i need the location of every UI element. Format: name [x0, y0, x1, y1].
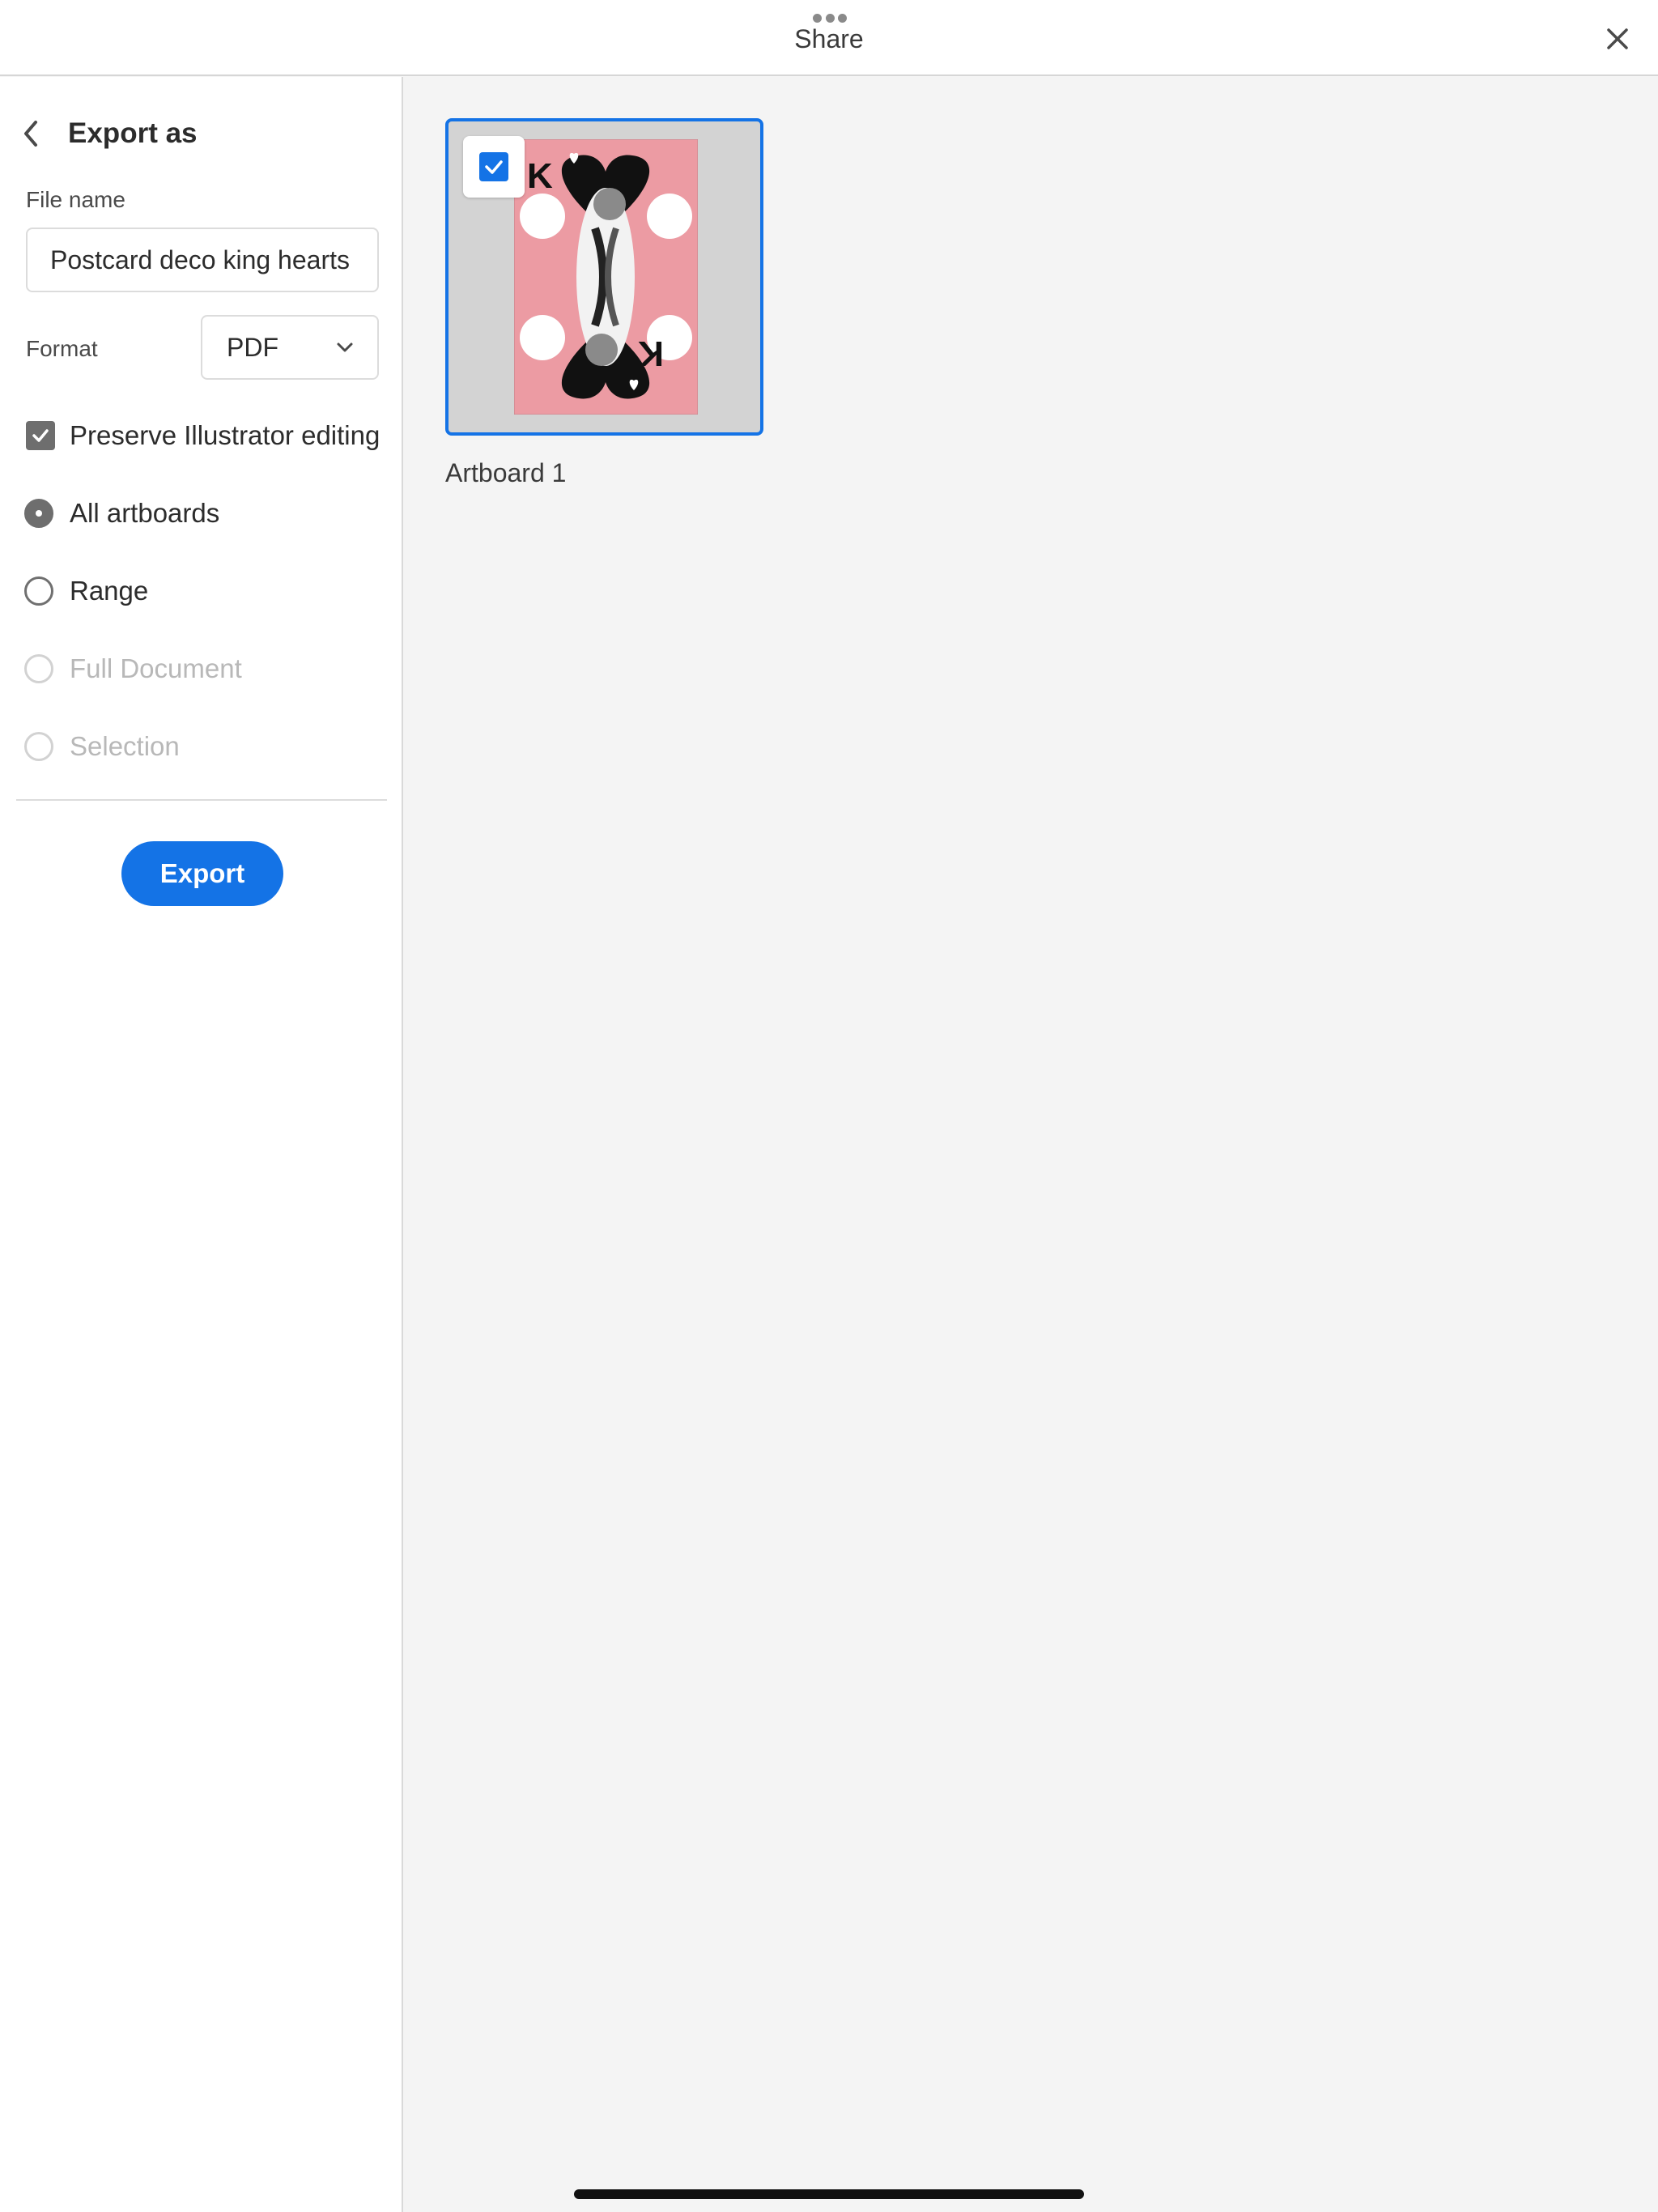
- home-indicator[interactable]: [574, 2189, 1084, 2199]
- radio-disabled-icon: [24, 654, 53, 683]
- checkbox-checked-icon: [479, 152, 508, 181]
- drag-handle-icon[interactable]: [813, 14, 847, 23]
- format-label: Format: [26, 336, 98, 361]
- svg-text:K: K: [527, 156, 553, 196]
- export-sidebar: Export as File name Format PDF Preserve …: [0, 77, 403, 2212]
- preserve-editing-label: Preserve Illustrator editing: [70, 420, 380, 450]
- artboard-checkbox[interactable]: [463, 136, 525, 198]
- close-button[interactable]: [1601, 23, 1634, 55]
- radio-all-artboards[interactable]: All artboards: [24, 498, 219, 529]
- radio-disabled-icon: [24, 732, 53, 761]
- file-name-input[interactable]: [26, 228, 379, 292]
- chevron-down-icon: [337, 342, 353, 352]
- artboard-thumbnail-card[interactable]: K K: [445, 118, 763, 436]
- panel-title: Export as: [68, 117, 198, 149]
- radio-label: All artboards: [70, 498, 220, 528]
- radio-label: Range: [70, 576, 149, 606]
- divider: [16, 799, 387, 801]
- radio-label: Selection: [70, 731, 180, 761]
- page-title: Share: [794, 24, 864, 53]
- close-icon: [1607, 28, 1628, 49]
- back-button[interactable]: Export as: [19, 114, 198, 153]
- radio-label: Full Document: [70, 653, 242, 683]
- top-bar: Share: [0, 0, 1658, 76]
- chevron-left-icon: [24, 121, 37, 147]
- radio-unselected-icon: [24, 576, 53, 606]
- preserve-editing-checkbox[interactable]: Preserve Illustrator editing: [26, 420, 380, 451]
- radio-selection: Selection: [24, 731, 180, 762]
- artboard-label: Artboard 1: [445, 458, 567, 487]
- export-button[interactable]: Export: [121, 841, 283, 906]
- radio-selected-icon: [24, 499, 53, 528]
- svg-text:K: K: [638, 334, 664, 373]
- format-value: PDF: [227, 332, 278, 362]
- radio-range[interactable]: Range: [24, 576, 148, 606]
- file-name-label: File name: [26, 187, 125, 212]
- artboard-preview-image: K K: [514, 139, 698, 415]
- radio-full-document: Full Document: [24, 653, 242, 684]
- checkbox-checked-icon: [26, 421, 55, 450]
- format-dropdown[interactable]: PDF: [201, 315, 379, 380]
